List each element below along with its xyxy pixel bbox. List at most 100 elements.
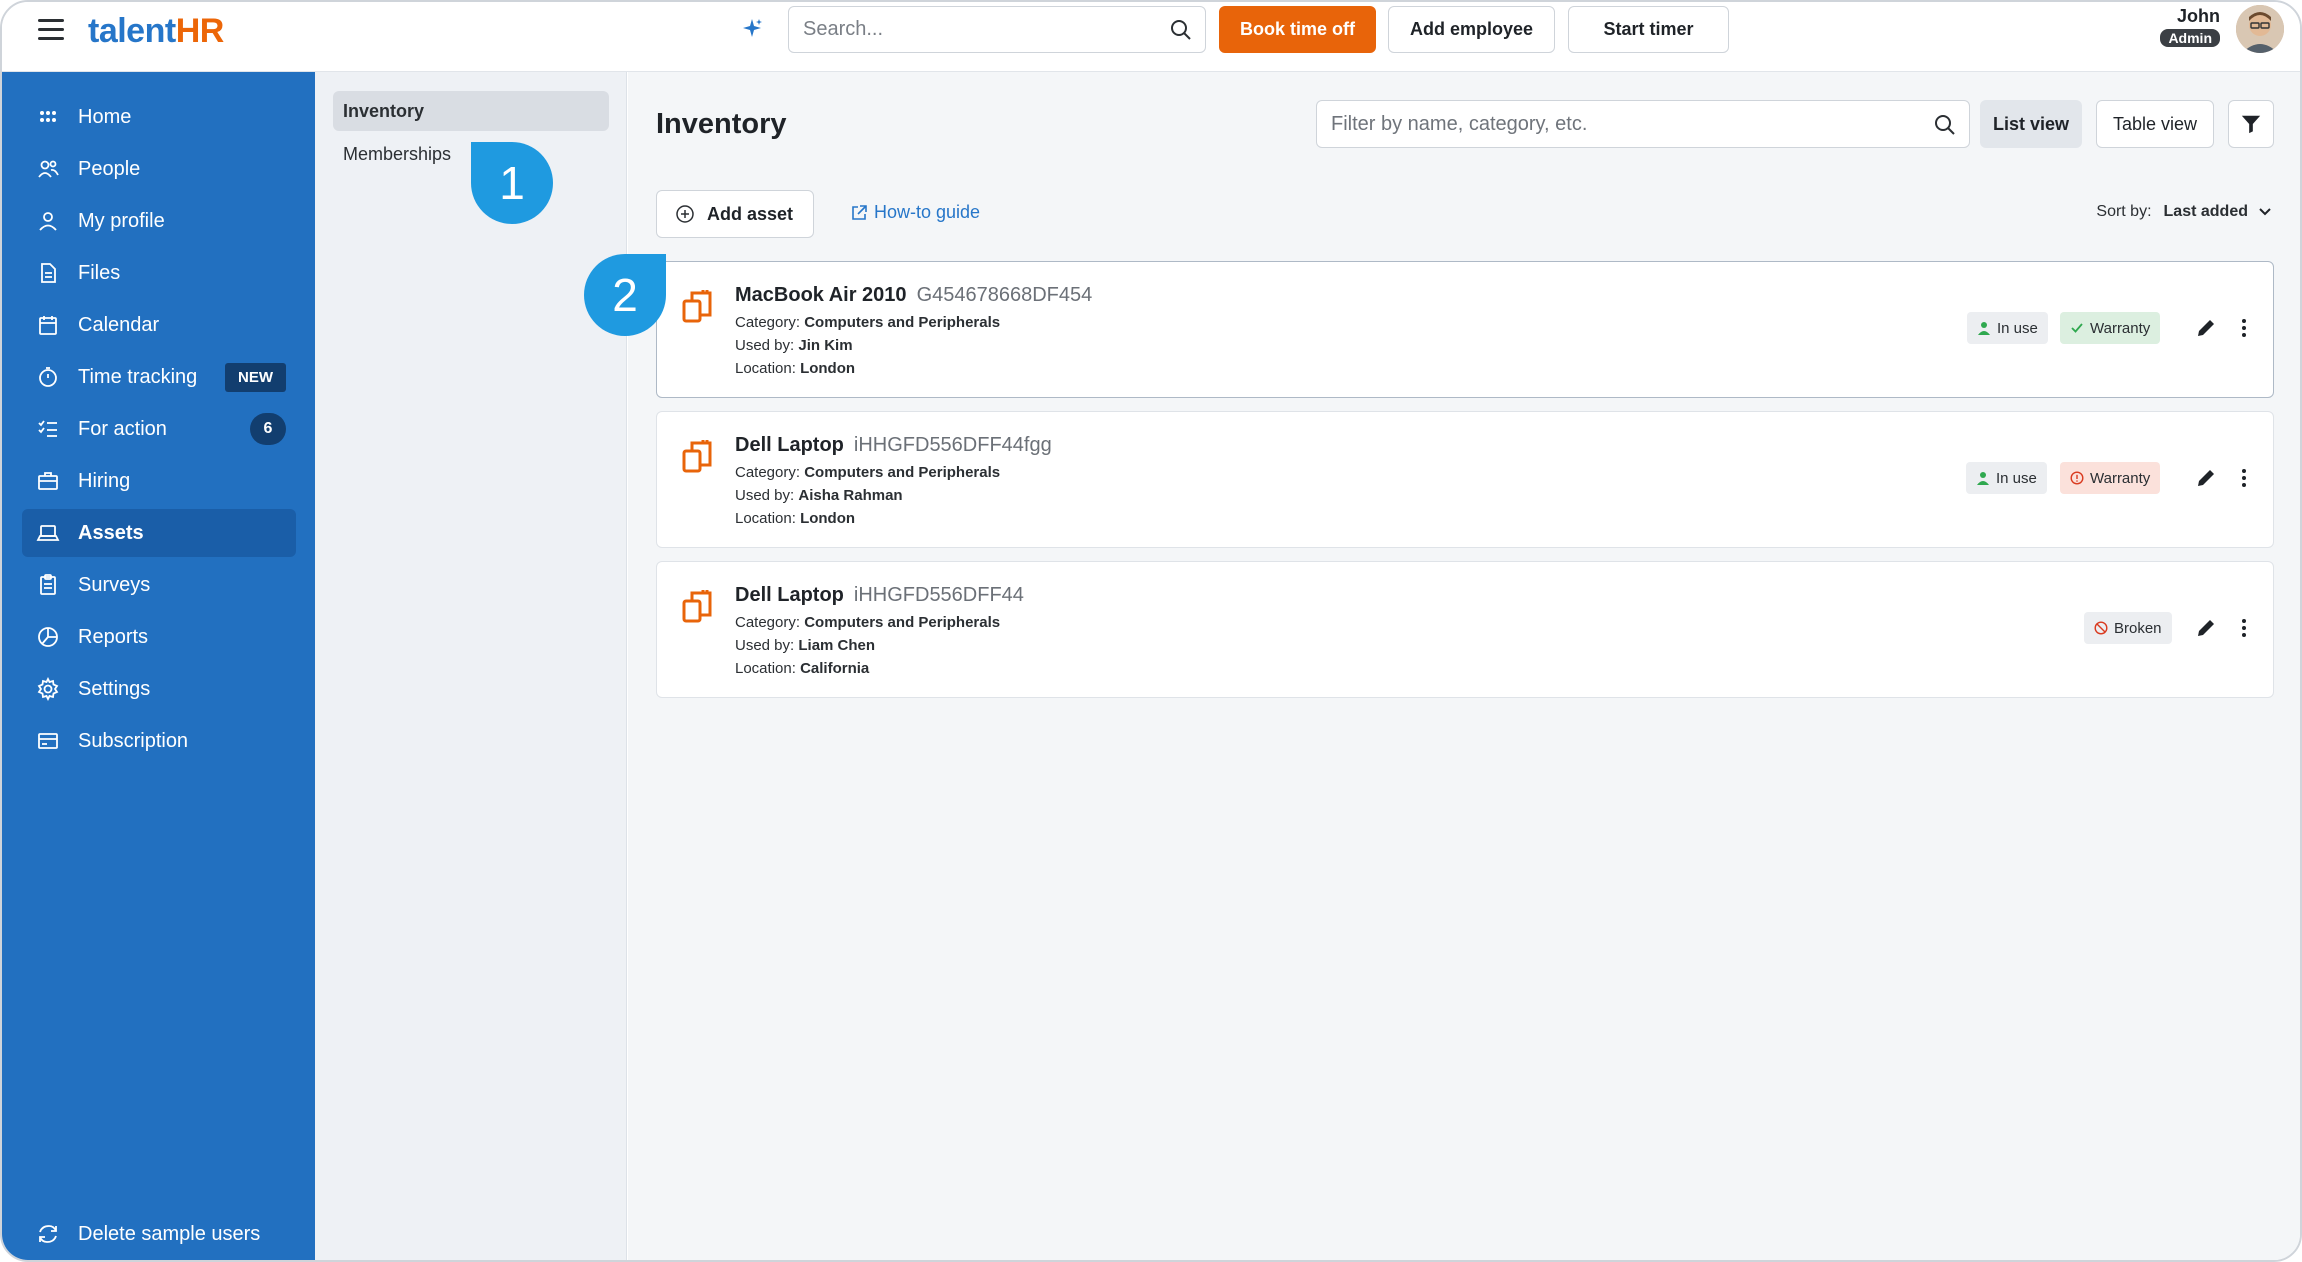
asset-name-text: Dell Laptop — [735, 434, 844, 456]
user-icon — [39, 212, 57, 231]
person-icon — [1977, 472, 1989, 485]
funnel-icon — [2241, 115, 2261, 134]
meta-value: Computers and Peripherals — [804, 314, 1001, 331]
sidebar-item-home[interactable]: Home — [22, 93, 296, 141]
sidebar-item-label: Hiring — [78, 469, 131, 492]
subnav-item-label: Memberships — [343, 143, 452, 164]
meta-label: Used by: — [735, 487, 795, 504]
sidebar-footer-label: Delete sample users — [78, 1222, 261, 1245]
asset-card[interactable]: Dell Laptop iHHGFD556DFF44fgg Category: C… — [656, 411, 2274, 548]
list-view-button[interactable]: List view — [1980, 100, 2082, 148]
status-badge: Broken — [2084, 612, 2172, 644]
meta-label: Used by: — [735, 337, 795, 354]
sidebar-item-label: Files — [78, 261, 121, 284]
chevron-down-icon[interactable] — [2256, 203, 2274, 221]
meta-value: Liam Chen — [798, 637, 876, 654]
home-icon — [40, 111, 56, 122]
sort-dropdown[interactable]: Last added — [2164, 203, 2248, 221]
user-menu[interactable]: John Admin — [2160, 6, 2220, 48]
meta-label: Category: — [735, 464, 801, 481]
person-icon — [1978, 322, 1990, 335]
sidebar-item-people[interactable]: People — [22, 145, 296, 193]
add-employee-button[interactable]: Add employee — [1388, 6, 1555, 53]
file-icon — [41, 263, 56, 283]
tutorial-callout-2: 2 — [584, 254, 666, 336]
asset-name-text: Dell Laptop — [735, 584, 844, 606]
user-name: John — [2177, 6, 2220, 26]
sidebar-item-calendar[interactable]: Calendar — [22, 301, 296, 349]
delete-sample-users-button[interactable]: Delete sample users — [22, 1210, 296, 1258]
pencil-icon[interactable] — [2194, 316, 2218, 340]
prohibited-icon — [2094, 621, 2108, 635]
sidebar-item-time-tracking[interactable]: Time tracking NEW — [22, 353, 296, 401]
meta-value: California — [800, 660, 870, 677]
warranty-badge: Warranty — [2060, 312, 2161, 344]
how-to-label: How-to guide — [874, 202, 981, 222]
add-asset-button[interactable]: Add asset — [656, 190, 814, 238]
search-icon[interactable] — [1169, 18, 1193, 42]
asset-location: Location: London — [735, 510, 855, 527]
status-text: Broken — [2114, 619, 2162, 637]
checklist-icon — [38, 420, 57, 437]
asset-card[interactable]: MacBook Air 2010 G454678668DF454 Category… — [656, 261, 2274, 398]
search-icon[interactable] — [1933, 113, 1957, 137]
more-vertical-icon[interactable] — [2232, 616, 2256, 640]
logo-text-talent: talent — [88, 12, 176, 50]
sidebar-item-surveys[interactable]: Surveys — [22, 561, 296, 609]
briefcase-icon — [38, 472, 58, 490]
status-text: Warranty — [2090, 319, 2151, 337]
laptop-icon — [36, 525, 60, 541]
meta-label: Location: — [735, 510, 796, 527]
sidebar-item-hiring[interactable]: Hiring — [22, 457, 296, 505]
asset-used-by: Used by: Jin Kim — [735, 337, 853, 354]
filter-button[interactable] — [2228, 100, 2274, 148]
status-badge: In use — [1966, 462, 2047, 494]
new-badge: NEW — [225, 362, 286, 392]
subnav-item-inventory[interactable]: Inventory — [333, 91, 609, 131]
ai-sparkle-icon[interactable] — [740, 17, 764, 41]
check-icon — [2071, 323, 2083, 333]
sidebar-item-label: Calendar — [78, 313, 160, 336]
pencil-icon[interactable] — [2194, 616, 2218, 640]
calendar-icon — [39, 316, 57, 335]
filter-input[interactable] — [1317, 101, 1907, 147]
asset-used-by: Used by: Aisha Rahman — [735, 487, 903, 504]
status-text: Warranty — [2090, 469, 2151, 487]
logo-text-hr: HR — [175, 12, 225, 50]
sidebar-item-settings[interactable]: Settings — [22, 665, 296, 713]
meta-label: Location: — [735, 360, 796, 377]
more-vertical-icon[interactable] — [2232, 316, 2256, 340]
pencil-icon[interactable] — [2194, 466, 2218, 490]
start-timer-button[interactable]: Start timer — [1568, 6, 1729, 53]
sidebar-item-label: My profile — [78, 209, 165, 232]
app-logo[interactable]: talentHR — [88, 12, 224, 51]
sidebar-item-files[interactable]: Files — [22, 249, 296, 297]
top-bar: talentHR Book time off Add employee Star… — [2, 2, 2300, 72]
sidebar-item-for-action[interactable]: For action 6 — [22, 405, 296, 453]
more-vertical-icon[interactable] — [2232, 466, 2256, 490]
sidebar-item-subscription[interactable]: Subscription — [22, 717, 296, 765]
meta-value: London — [800, 510, 856, 527]
sidebar-item-assets[interactable]: Assets — [22, 509, 296, 557]
table-view-button[interactable]: Table view — [2096, 100, 2214, 148]
device-icon — [682, 440, 712, 473]
how-to-guide-link[interactable]: How-to guide — [850, 202, 980, 223]
asset-category: Category: Computers and Peripherals — [735, 464, 1000, 481]
book-time-off-button[interactable]: Book time off — [1219, 6, 1376, 53]
asset-category: Category: Computers and Peripherals — [735, 614, 1000, 631]
sidebar-item-label: People — [78, 157, 141, 180]
hamburger-menu-icon[interactable] — [38, 19, 64, 41]
meta-value: Aisha Rahman — [798, 487, 903, 504]
sidebar-item-my-profile[interactable]: My profile — [22, 197, 296, 245]
asset-card[interactable]: Dell Laptop iHHGFD556DFF44 Category: Comp… — [656, 561, 2274, 698]
meta-label: Location: — [735, 660, 796, 677]
sidebar-item-reports[interactable]: Reports — [22, 613, 296, 661]
plus-circle-icon — [676, 205, 694, 223]
callout-number: 2 — [612, 269, 638, 321]
asset-location: Location: London — [735, 360, 855, 377]
gear-icon — [37, 677, 59, 701]
sidebar-item-label: Settings — [78, 677, 151, 700]
search-input[interactable] — [789, 7, 1149, 51]
avatar[interactable] — [2236, 5, 2284, 53]
clipboard-icon — [40, 574, 56, 595]
